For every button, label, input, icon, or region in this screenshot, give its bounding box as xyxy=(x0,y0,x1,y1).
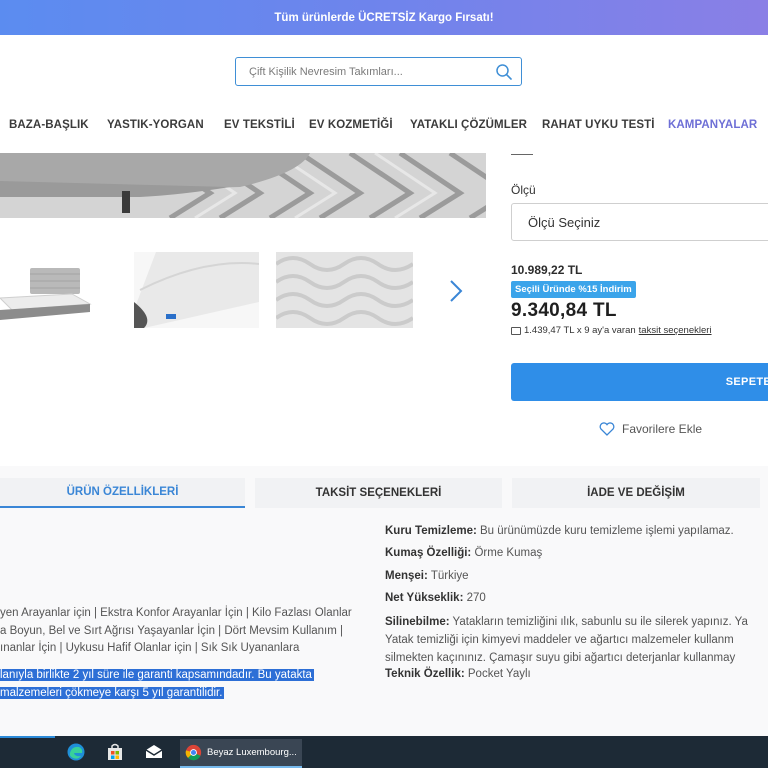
spec-height: Net Yükseklik: 270 xyxy=(385,592,486,604)
promo-text: Tüm ürünlerde ÜCRETSİZ Kargo Fırsatı! xyxy=(274,11,494,24)
spec-label: Menşei: xyxy=(385,570,428,582)
heart-icon xyxy=(599,422,615,436)
size-label: Ölçü xyxy=(511,183,536,197)
add-to-cart-label: SEPETE xyxy=(725,376,768,388)
description-line: ınanlar İçin | Uykusu Hafif Olanlar için… xyxy=(0,642,300,654)
bed-rug-illustration xyxy=(0,153,486,218)
description-line: yen Arayanlar için | Ekstra Konfor Araya… xyxy=(0,607,352,619)
spec-value: 270 xyxy=(466,592,486,604)
product-main-image[interactable] xyxy=(0,153,486,218)
tab-installment-options[interactable]: TAKSİT SEÇENEKLERİ xyxy=(255,478,502,508)
taskbar-active-indicator xyxy=(0,736,55,738)
search-box[interactable] xyxy=(235,57,522,86)
thumbnail-2[interactable] xyxy=(134,252,259,328)
size-select-value: Ölçü Seçiniz xyxy=(528,214,601,230)
chrome-icon xyxy=(185,744,202,761)
search-icon[interactable] xyxy=(495,63,513,81)
search-input[interactable] xyxy=(236,58,521,85)
discount-badge: Seçili Üründe %15 İndirim xyxy=(511,281,636,298)
highlighted-line: malzemeleri çökmeye karşı 5 yıl garantil… xyxy=(0,686,225,699)
spec-fabric: Kumaş Özelliği: Örme Kumaş xyxy=(385,547,542,559)
size-select[interactable]: Ölçü Seçiniz xyxy=(511,203,768,241)
spec-value: Türkiye xyxy=(430,570,469,582)
nav-item-kampanyalar[interactable]: KAMPANYALAR xyxy=(668,119,757,131)
nav-item-yatakli-cozumler[interactable]: YATAKLI ÇÖZÜMLER xyxy=(410,119,527,131)
spec-value-line3: silmekten kaçınınız. Çamaşır suyu gibi a… xyxy=(385,652,736,664)
spec-value-line2: Yatak temizliği için kimyevi maddeler ve… xyxy=(385,634,734,646)
selected-description-text: lanıyla birlikte 2 yıl süre ile garanti … xyxy=(0,667,314,702)
installment-info: 1.439,47 TL x 9 ay'a varan taksit seçene… xyxy=(511,325,712,336)
spec-value: Pocket Yaylı xyxy=(467,668,531,680)
mail-icon[interactable] xyxy=(144,742,164,762)
nav-item-yastik-yorgan[interactable]: YASTIK-YORGAN xyxy=(107,119,204,131)
product-description: yen Arayanlar için | Ekstra Konfor Araya… xyxy=(0,605,352,658)
taskbar-chrome-app[interactable]: Beyaz Luxembourg... xyxy=(180,739,302,768)
nav-item-baza-baslik[interactable]: BAZA-BAŞLIK xyxy=(9,119,89,131)
promo-banner: Tüm ürünlerde ÜCRETSİZ Kargo Fırsatı! xyxy=(0,0,768,35)
bed-thumbnail-illustration xyxy=(0,252,100,328)
add-to-favorites[interactable]: Favorilere Ekle xyxy=(599,422,702,436)
divider xyxy=(511,154,533,155)
store-icon[interactable] xyxy=(105,742,125,762)
nav-item-rahat-uyku-testi[interactable]: RAHAT UYKU TESTİ xyxy=(542,119,655,131)
spec-value-line1: Yatakların temizliğini ılık, sabunlu su … xyxy=(452,616,748,628)
spec-label: Silinebilme: xyxy=(385,616,450,628)
tab-product-features[interactable]: ÜRÜN ÖZELLİKLERİ xyxy=(0,478,245,508)
fabric-thumbnail-illustration xyxy=(276,252,413,328)
installment-link[interactable]: taksit seçenekleri xyxy=(639,325,712,336)
thumbnail-3[interactable] xyxy=(276,252,413,328)
tab-label: İADE VE DEĞİŞİM xyxy=(587,487,685,499)
edge-icon[interactable] xyxy=(66,742,86,762)
credit-card-icon xyxy=(511,326,521,335)
spec-origin: Menşei: Türkiye xyxy=(385,570,469,582)
spec-label: Kumaş Özelliği: xyxy=(385,547,472,559)
tab-return-exchange[interactable]: İADE VE DEĞİŞİM xyxy=(512,478,760,508)
installment-text: 1.439,47 TL x 9 ay'a varan xyxy=(524,325,636,336)
thumbnail-1[interactable] xyxy=(0,252,100,328)
spec-value: Örme Kumaş xyxy=(474,547,543,559)
new-price: 9.340,84 TL xyxy=(511,300,617,321)
spec-label: Kuru Temizleme: xyxy=(385,525,477,537)
nav-item-ev-kozmetigi[interactable]: EV KOZMETİĞİ xyxy=(309,119,393,131)
mattress-thumbnail-illustration xyxy=(134,252,259,328)
taskbar-app-label: Beyaz Luxembourg... xyxy=(207,747,297,758)
description-line: a Boyun, Bel ve Sırt Ağrısı Yaşayanlar İ… xyxy=(0,624,344,637)
spec-dry-clean: Kuru Temizleme: Bu ürünümüzde kuru temiz… xyxy=(385,525,734,537)
old-price: 10.989,22 TL xyxy=(511,263,583,277)
add-to-cart-button[interactable]: SEPETE xyxy=(511,363,768,401)
spec-value: Bu ürünümüzde kuru temizleme işlemi yapı… xyxy=(480,525,734,537)
tab-label: TAKSİT SEÇENEKLERİ xyxy=(315,487,442,499)
chevron-right-icon[interactable] xyxy=(446,278,466,304)
main-nav: BAZA-BAŞLIK YASTIK-YORGAN EV TEKSTİLİ EV… xyxy=(0,112,768,140)
spec-washable: Silinebilme: Yatakların temizliğini ılık… xyxy=(385,613,748,667)
highlighted-line: lanıyla birlikte 2 yıl süre ile garanti … xyxy=(0,669,314,681)
nav-item-ev-tekstili[interactable]: EV TEKSTİLİ xyxy=(224,119,295,131)
spec-label: Teknik Özellik: xyxy=(385,668,465,680)
spec-label: Net Yükseklik: xyxy=(385,592,464,604)
tab-label: ÜRÜN ÖZELLİKLERİ xyxy=(66,486,179,498)
favorite-label: Favorilere Ekle xyxy=(622,422,703,436)
spec-technical: Teknik Özellik: Pocket Yaylı xyxy=(385,668,531,680)
discount-badge-text: Seçili Üründe %15 İndirim xyxy=(515,284,632,295)
